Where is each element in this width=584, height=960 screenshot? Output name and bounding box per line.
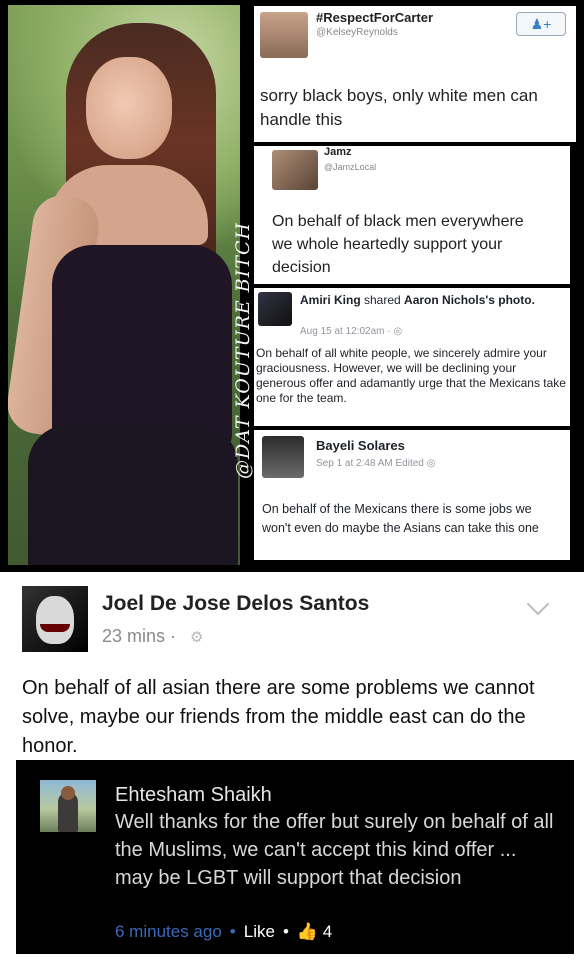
follow-button[interactable]: ♟+ xyxy=(516,12,566,36)
reply-author-name[interactable]: Ehtesham Shaikh xyxy=(115,784,272,807)
avatar xyxy=(272,150,318,190)
globe-icon: ◎ xyxy=(426,458,436,469)
avatar xyxy=(262,436,304,478)
like-count[interactable]: 4 xyxy=(323,922,332,941)
comment-text: On behalf of all asian there are some pr… xyxy=(22,677,535,757)
tweet-respectforcarter: #RespectForCarter @KelseyReynolds ♟+ sor… xyxy=(254,6,576,142)
woman-photo xyxy=(8,5,240,565)
avatar xyxy=(258,292,292,326)
tweet-author-name: #RespectForCarter xyxy=(316,10,434,25)
globe-icon: ◎ xyxy=(393,326,403,337)
post-text: On behalf of all white people, we sincer… xyxy=(256,346,566,405)
tweet-author-name: Jamz xyxy=(324,146,352,158)
comment-timestamp[interactable]: 23 mins · xyxy=(102,626,176,647)
post-meta: Aug 15 at 12:02am · ◎ xyxy=(300,326,403,337)
tweet-text: On behalf of black men everywhere we who… xyxy=(272,213,524,276)
photo-link[interactable]: photo. xyxy=(498,293,535,307)
shared-author-link[interactable]: Aaron Nichols's xyxy=(404,293,495,307)
fb-post-amiri-king: Amiri King shared Aaron Nichols's photo.… xyxy=(254,288,570,426)
reply-footer: 6 minutes ago • Like • 👍 4 xyxy=(115,922,333,941)
like-button[interactable]: Like xyxy=(244,922,275,941)
tweet-text: sorry black boys, only white men can han… xyxy=(260,86,538,129)
add-user-icon: ♟+ xyxy=(530,16,552,32)
comment-author-name[interactable]: Joel De Jose Delos Santos xyxy=(102,592,369,616)
fb-post-bayeli-solares: Bayeli Solares Sep 1 at 2:48 AM Edited ◎… xyxy=(254,430,570,560)
meme-collage: @DAT KOUTURE BITCH #RespectForCarter @Ke… xyxy=(0,0,584,572)
post-text: On behalf of the Mexicans there is some … xyxy=(262,502,539,535)
avatar xyxy=(260,12,308,58)
post-header: Amiri King shared Aaron Nichols's photo. xyxy=(300,293,535,307)
post-meta: Sep 1 at 2:48 AM Edited ◎ xyxy=(316,458,436,469)
tweet-author-handle: @KelseyReynolds xyxy=(316,27,398,38)
avatar[interactable] xyxy=(40,780,96,832)
avatar[interactable] xyxy=(22,586,88,652)
author-link[interactable]: Amiri King xyxy=(300,293,361,307)
reply-timestamp[interactable]: 6 minutes ago xyxy=(115,922,222,941)
author-link[interactable]: Bayeli Solares xyxy=(316,438,405,454)
gear-icon: ⚙ xyxy=(190,629,204,646)
thumbs-up-icon: 👍 xyxy=(296,922,319,941)
tweet-author-handle: @JamzLocal xyxy=(324,162,377,172)
reply-text: Well thanks for the offer but surely on … xyxy=(115,811,554,889)
tweet-jamz: Jamz @JamzLocal On behalf of black men e… xyxy=(254,146,570,284)
